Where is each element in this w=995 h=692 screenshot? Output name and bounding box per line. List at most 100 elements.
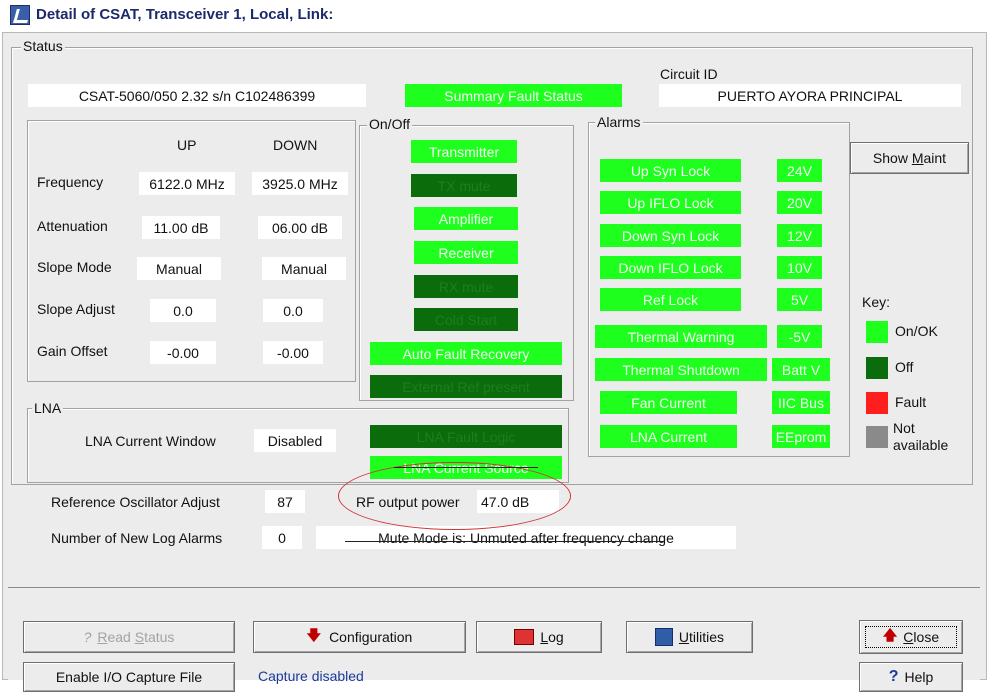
circuit-id-label: Circuit ID: [660, 66, 718, 82]
alarm-12v: 12V: [777, 224, 822, 247]
key-swatch-off: [866, 357, 888, 379]
configuration-label: Configuration: [329, 629, 413, 645]
row-label-gain-offset: Gain Offset: [37, 343, 108, 359]
frequency-down-field[interactable]: 3925.0 MHz: [252, 172, 348, 195]
onoff-cold-start: Cold Start: [414, 308, 518, 331]
col-header-down: DOWN: [273, 137, 318, 153]
key-swatch-on: [866, 321, 888, 343]
alarm-up-iflo-lock: Up IFLO Lock: [600, 191, 741, 214]
read-status-accel: R: [97, 629, 108, 645]
lna-current-window-field[interactable]: Disabled: [254, 429, 336, 452]
utilities-label: tilities: [689, 629, 725, 645]
close-label: lose: [913, 629, 940, 645]
enable-capture-button[interactable]: Enable I/O Capture File: [23, 662, 235, 692]
key-label-na: Not: [893, 420, 915, 436]
onoff-external-ref-present: External Ref present: [370, 375, 562, 398]
read-status-accel-2: S: [134, 629, 145, 645]
row-label-slope-mode: Slope Mode: [37, 259, 112, 275]
show-maint-label-accel: M: [911, 150, 924, 166]
down-arrow-icon: 🡇: [306, 627, 322, 643]
ref-osc-field[interactable]: 87: [265, 490, 305, 513]
attenuation-down-field[interactable]: 06.00 dB: [258, 216, 342, 239]
slope-mode-up-field[interactable]: Manual: [137, 257, 221, 280]
utilities-accel: U: [678, 629, 690, 645]
annotation-strike-1: [394, 467, 538, 468]
utilities-icon: [654, 628, 673, 646]
status-group-label: Status: [21, 38, 65, 54]
log-alarms-field: 0: [262, 526, 302, 549]
alarm-ref-lock: Ref Lock: [600, 288, 741, 311]
lna-current-window-label: LNA Current Window: [85, 433, 216, 449]
onoff-tx-mute: TX mute: [411, 174, 517, 197]
alarm-20v: 20V: [777, 191, 822, 214]
alarm-fan-current: Fan Current: [600, 391, 737, 414]
row-label-slope-adjust: Slope Adjust: [37, 301, 115, 317]
alarms-group-label: Alarms: [595, 114, 643, 130]
close-accel: C: [903, 629, 914, 645]
app-icon: [10, 5, 30, 25]
slope-adjust-up-field[interactable]: 0.0: [150, 299, 216, 322]
onoff-group-label: On/Off: [367, 116, 412, 132]
show-maint-label-pre: Show: [872, 150, 912, 166]
alarm-batt-v: Batt V: [772, 358, 830, 381]
read-status-text: ead: [107, 629, 135, 645]
alarm-iic-bus: IIC Bus: [772, 391, 830, 414]
enable-capture-label: Enable I/O Capture File: [55, 669, 203, 685]
log-icon: [514, 629, 535, 645]
title-bar: Detail of CSAT, Transceiver 1, Local, Li…: [0, 0, 995, 32]
annotation-ellipse: [338, 462, 571, 530]
configuration-button[interactable]: 🡇 Configuration: [253, 621, 466, 653]
attenuation-up-field[interactable]: 11.00 dB: [142, 216, 220, 239]
row-label-frequency: Frequency: [37, 174, 104, 190]
key-title: Key:: [862, 294, 891, 310]
key-label-na-2: available: [893, 437, 949, 453]
gain-offset-up-field[interactable]: -0.00: [150, 341, 216, 364]
alarm-lna-current: LNA Current: [600, 425, 737, 448]
slope-mode-down-field[interactable]: Manual: [262, 257, 346, 280]
read-status-text-2: tatus: [144, 629, 175, 645]
alarm-down-syn-lock: Down Syn Lock: [600, 224, 741, 247]
key-label-on: On/OK: [895, 323, 938, 339]
log-button[interactable]: Log: [476, 621, 602, 653]
col-header-up: UP: [177, 137, 197, 153]
device-info-field: CSAT-5060/050 2.32 s/n C102486399: [28, 84, 366, 107]
onoff-auto-fault-recovery: Auto Fault Recovery: [370, 342, 562, 365]
key-label-fault: Fault: [895, 394, 927, 410]
alarm-up-syn-lock: Up Syn Lock: [600, 159, 741, 182]
up-arrow-icon: 🡅: [882, 627, 898, 643]
alarm-eeprom: EEprom: [772, 425, 830, 448]
log-accel: L: [540, 629, 549, 645]
annotation-strike-2: [345, 541, 665, 542]
help-question-icon: ?: [888, 668, 899, 685]
gain-offset-down-field[interactable]: -0.00: [263, 341, 323, 364]
window-title: Detail of CSAT, Transceiver 1, Local, Li…: [36, 6, 334, 23]
alarm-24v: 24V: [777, 159, 822, 182]
key-swatch-fault: [866, 392, 888, 414]
ref-osc-label: Reference Oscillator Adjust: [51, 494, 220, 510]
frequency-up-field[interactable]: 6122.0 MHz: [139, 172, 235, 195]
help-button[interactable]: ? Help: [859, 662, 963, 692]
summary-fault-indicator: Summary Fault Status: [405, 84, 622, 107]
row-label-attenuation: Attenuation: [37, 218, 108, 234]
mute-mode-field: Mute Mode is: Unmuted after frequency ch…: [316, 526, 736, 549]
onoff-transmitter: Transmitter: [411, 140, 517, 163]
slope-adjust-down-field[interactable]: 0.0: [263, 299, 323, 322]
close-button[interactable]: 🡅 Close: [859, 620, 963, 654]
alarm-minus-5v: -5V: [777, 325, 822, 348]
onoff-rx-mute: RX mute: [414, 275, 518, 298]
show-maint-label-post: aint: [923, 150, 947, 166]
help-label: Help: [904, 669, 934, 685]
key-label-off: Off: [895, 359, 914, 375]
log-label: og: [548, 629, 564, 645]
help-question-icon-disabled: ?: [83, 629, 92, 645]
alarm-down-iflo-lock: Down IFLO Lock: [600, 256, 741, 279]
alarm-thermal-shutdown: Thermal Shutdown: [595, 358, 767, 381]
show-maint-button[interactable]: Show Maint: [850, 142, 969, 174]
onoff-amplifier: Amplifier: [414, 207, 518, 230]
alarm-10v: 10V: [777, 256, 822, 279]
read-status-button[interactable]: ? Read Status: [23, 621, 235, 653]
alarm-thermal-warning: Thermal Warning: [595, 325, 767, 348]
onoff-receiver: Receiver: [414, 241, 518, 264]
capture-status-text: Capture disabled: [258, 668, 364, 684]
utilities-button[interactable]: Utilities: [626, 621, 753, 653]
